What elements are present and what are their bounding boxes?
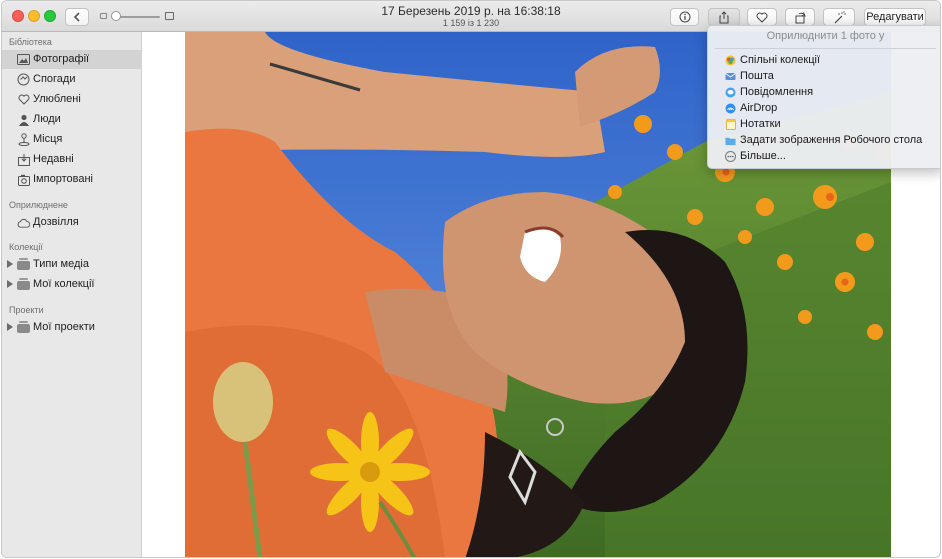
share-item-label: Повідомлення	[740, 86, 814, 98]
share-icon	[719, 10, 729, 23]
album-icon	[17, 258, 30, 270]
disclosure-triangle-icon[interactable]	[7, 323, 13, 331]
sidebar-item-label: Спогади	[33, 73, 76, 85]
sidebar-item-label: Улюблені	[33, 93, 81, 105]
sidebar-item-label: Місця	[33, 133, 63, 145]
people-icon	[17, 113, 30, 126]
share-item-label: Задати зображення Робочого стола	[740, 134, 923, 146]
recent-icon	[17, 153, 30, 166]
favorite-button[interactable]	[747, 8, 777, 26]
rotate-icon	[795, 11, 806, 23]
sidebar-item-label: Типи медіа	[33, 258, 89, 270]
share-item-label: Пошта	[740, 70, 774, 82]
auto-enhance-button[interactable]	[823, 8, 855, 26]
sidebar-item-places[interactable]: Місця	[2, 130, 142, 149]
memories-icon	[17, 73, 30, 86]
sidebar-item-memories[interactable]: Спогади	[2, 70, 142, 89]
section-header-albums: Колекції	[9, 242, 43, 252]
sidebar-item-label: Недавні	[33, 153, 74, 165]
sidebar-item-label: Мої колекції	[33, 278, 95, 290]
airdrop-icon	[725, 103, 736, 114]
share-button[interactable]	[708, 8, 740, 26]
share-item-more[interactable]: Більше...	[708, 148, 940, 164]
rotate-button[interactable]	[785, 8, 815, 26]
sidebar-item-photos[interactable]: Фотографії	[2, 50, 142, 69]
share-item-shared-albums[interactable]: Спільні колекції	[708, 52, 940, 68]
share-item-set-desktop[interactable]: Задати зображення Робочого стола	[708, 132, 940, 148]
share-item-airdrop[interactable]: AirDrop	[708, 100, 940, 116]
sidebar-item-my-projects[interactable]: Мої проекти	[2, 318, 142, 337]
desktop-folder-icon	[725, 135, 736, 146]
share-menu: Оприлюднити 1 фото у Спільні колекції По…	[707, 25, 940, 169]
heart-icon	[17, 93, 30, 106]
shared-albums-icon	[725, 55, 736, 66]
info-icon	[679, 11, 690, 23]
share-item-label: Нотатки	[740, 118, 781, 130]
info-button[interactable]	[670, 8, 699, 26]
sidebar-item-label: Фотографії	[33, 53, 90, 65]
sidebar-item-media-types[interactable]: Типи медіа	[2, 255, 142, 274]
menu-separator	[715, 48, 936, 49]
cloud-icon	[17, 216, 30, 229]
disclosure-triangle-icon[interactable]	[7, 280, 13, 288]
imported-icon	[17, 173, 30, 186]
share-menu-header: Оприлюднити 1 фото у	[766, 30, 885, 42]
sidebar-item-people[interactable]: Люди	[2, 110, 142, 129]
photos-window: 17 Березень 2019 р. на 16:38:18 1 159 із…	[1, 0, 941, 558]
sidebar-item-label: Мої проекти	[33, 321, 95, 333]
sidebar-item-recent[interactable]: Недавні	[2, 150, 142, 169]
places-icon	[17, 133, 30, 146]
share-item-label: Спільні колекції	[740, 54, 821, 66]
sidebar-item-leisure[interactable]: Дозвілля	[2, 213, 142, 232]
share-item-label: AirDrop	[740, 102, 778, 114]
photos-icon	[17, 53, 30, 66]
notes-icon	[725, 119, 736, 130]
sidebar-item-label: Дозвілля	[33, 216, 79, 228]
sidebar-item-favorites[interactable]: Улюблені	[2, 90, 142, 109]
mail-icon	[725, 71, 736, 82]
album-icon	[17, 321, 30, 333]
share-item-notes[interactable]: Нотатки	[708, 116, 940, 132]
album-icon	[17, 278, 30, 290]
share-item-mail[interactable]: Пошта	[708, 68, 940, 84]
share-item-messages[interactable]: Повідомлення	[708, 84, 940, 100]
section-header-shared: Оприлюднене	[9, 200, 68, 210]
sidebar-item-label: Імпортовані	[33, 173, 93, 185]
edit-button[interactable]: Редагувати	[864, 8, 926, 26]
section-header-projects: Проекти	[9, 305, 44, 315]
share-item-label: Більше...	[740, 150, 786, 162]
sidebar-item-label: Люди	[33, 113, 61, 125]
sidebar-item-imported[interactable]: Імпортовані	[2, 170, 142, 189]
disclosure-triangle-icon[interactable]	[7, 260, 13, 268]
heart-icon	[756, 12, 768, 23]
section-header-library: Бібліотека	[9, 37, 52, 47]
sidebar: Бібліотека Фотографії Спогади Улюблені Л…	[2, 32, 142, 557]
magic-wand-icon	[834, 10, 846, 23]
more-icon	[725, 151, 736, 162]
sidebar-item-my-albums[interactable]: Мої колекції	[2, 275, 142, 294]
messages-icon	[725, 87, 736, 98]
